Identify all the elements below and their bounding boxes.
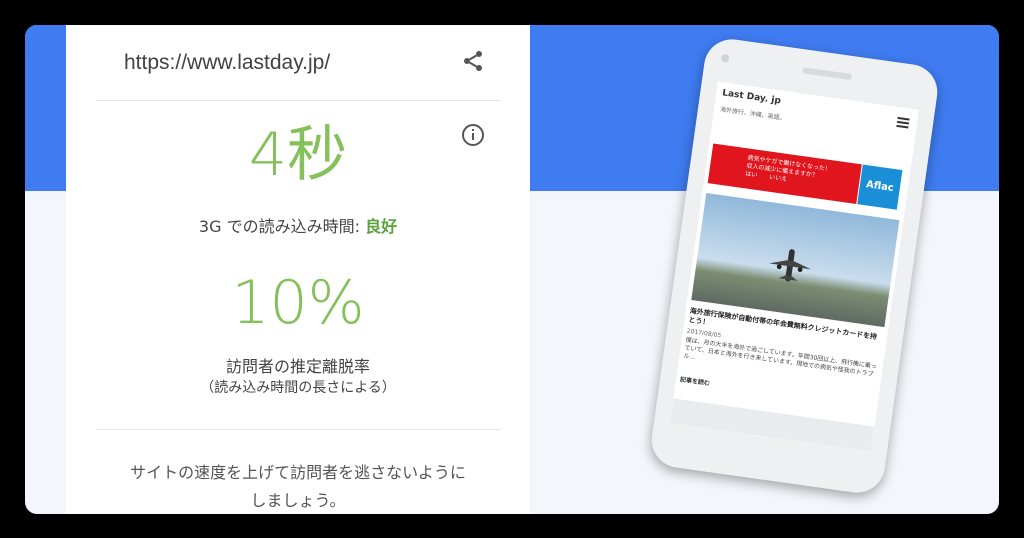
tip-line-2: しましょう。 — [250, 491, 346, 510]
phone-camera — [720, 53, 730, 63]
load-label-text: 3G での読み込み時間: — [198, 217, 360, 236]
site-subtitle: 海外旅行、沖縄、英語。 — [719, 106, 786, 123]
site-title[interactable]: Last Day. jp — [722, 88, 782, 106]
bounce-rate-label: 訪問者の推定離脱率 — [225, 357, 370, 376]
bounce-rate-note: （読み込み時間の長さによる） — [200, 380, 396, 396]
read-more-link[interactable]: 記事を読む — [680, 374, 711, 387]
tip-line-1: サイトの速度を上げて訪問者を逃さないように — [130, 463, 466, 482]
divider — [96, 100, 501, 101]
hamburger-menu-icon[interactable] — [896, 116, 910, 129]
ad-banner[interactable]: 病気やケガで働けなくなった！ 収入の減少に備えますか？ はい いいえ — [707, 143, 862, 204]
phone-screen: Last Day. jp 海外旅行、沖縄、英語。 病気やケガで働けなくなった！ … — [669, 81, 919, 452]
share-icon[interactable] — [461, 49, 485, 73]
phone-speaker — [801, 67, 853, 81]
bounce-rate-value: 10% — [231, 268, 365, 338]
ad-text: 病気やケガで働けなくなった！ 収入の減少に備えますか？ はい いいえ — [745, 154, 831, 189]
airplane-icon — [769, 249, 811, 282]
speed-result-card: https://www.lastday.jp/ 4秒 3G での読み込み時間: … — [66, 25, 530, 514]
tip-text: サイトの速度を上げて訪問者を逃さないように しましょう。 — [66, 459, 530, 515]
article-photo[interactable] — [691, 193, 900, 328]
load-time-label: 3G での読み込み時間: 良好 — [66, 213, 530, 237]
ad-brand-logo[interactable]: Aflac — [857, 164, 903, 210]
screen-footer — [669, 398, 875, 452]
load-rating: 良好 — [365, 217, 398, 236]
site-url[interactable]: https://www.lastday.jp/ — [124, 51, 330, 75]
load-time-value: 4秒 — [248, 120, 348, 190]
divider — [96, 429, 501, 430]
